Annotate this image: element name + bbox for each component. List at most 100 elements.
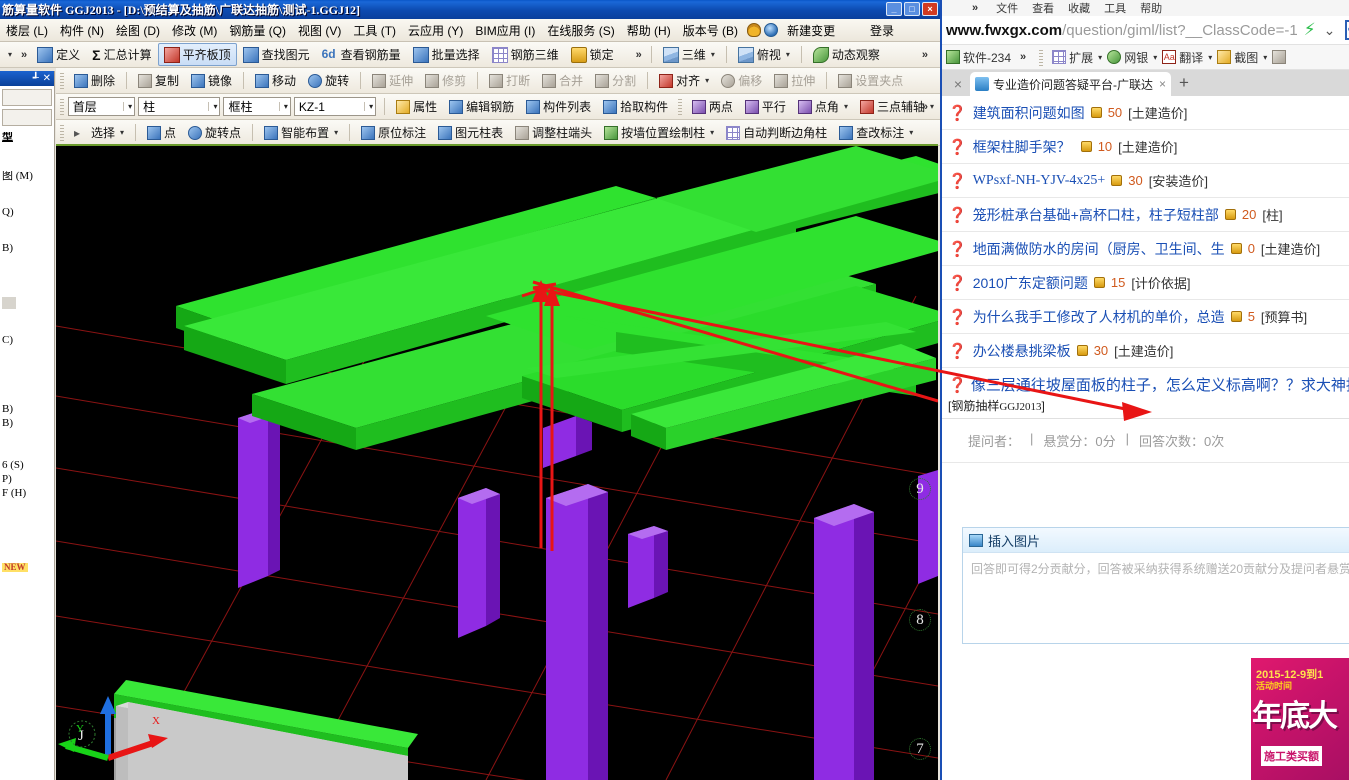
toolbar-button-select[interactable]: ▸ 选择 ▾	[68, 121, 130, 144]
floor-select[interactable]: 首层 ▾	[67, 97, 136, 116]
toolbar-button-mirror[interactable]: 镜像	[185, 69, 238, 92]
chevron-down-icon[interactable]: ▾	[1151, 53, 1157, 62]
answer-textarea[interactable]: 回答即可得2分贡献分，回答被采纳获得系统赠送20贡献分及提问者悬赏	[963, 553, 1349, 643]
list-item[interactable]: ❓ WPsxf-NH-YJV-4x25+ 30 [安装造价]	[942, 164, 1349, 198]
question-title[interactable]: WPsxf-NH-YJV-4x25+	[973, 173, 1106, 189]
tab-active[interactable]: 专业造价问题答疑平台-广联达 ×	[970, 72, 1172, 96]
toolbar-button-top-view[interactable]: 俯视 ▾	[732, 43, 796, 66]
question-title[interactable]: 2010广东定额问题	[973, 273, 1088, 293]
toolbar-button-align[interactable]: 对齐 ▾	[653, 69, 715, 92]
toolbar-button-check-label[interactable]: 查改标注 ▾	[833, 121, 919, 144]
toolbar3-overflow[interactable]: »	[918, 101, 932, 113]
component-name-select[interactable]: KZ-1 ▾	[293, 97, 377, 116]
toolbar-button-parallel[interactable]: 平行	[739, 95, 792, 118]
chevron-down-icon[interactable]: ▾	[118, 128, 124, 137]
list-item[interactable]: ❓ 笼形桩承台基础+高杯口柱，柱子短柱部 20 [柱]	[942, 198, 1349, 232]
list-item[interactable]: ❓ 办公楼悬挑梁板 30 [土建造价]	[942, 334, 1349, 368]
tree-item[interactable]: Q)	[2, 207, 52, 221]
featured-question-title[interactable]: 像三层通往坡屋面板的柱子，怎么定义标高啊？？求大神指教	[971, 377, 1349, 394]
toolbar-button-rebar-3d[interactable]: 钢筋三维	[486, 43, 565, 66]
left-panel-toolbar-row[interactable]	[2, 89, 52, 106]
pin-icon[interactable]: ┹	[33, 73, 39, 84]
tree-item[interactable]: F (H)	[2, 488, 52, 502]
toolbar-button-draw-column-by-wall[interactable]: 按墙位置绘制柱 ▾	[598, 121, 720, 144]
bookmark-software-234[interactable]: 软件-234	[946, 49, 1011, 66]
menu-item-modify[interactable]: 修改 (M)	[166, 20, 223, 41]
baidu-paw-icon[interactable]: ❀	[1345, 20, 1349, 40]
toolbar-button-3d-view[interactable]: 三维 ▾	[657, 43, 721, 66]
question-title[interactable]: 建筑面积问题如图	[973, 103, 1085, 123]
chevron-down-icon[interactable]: ▾	[842, 102, 848, 111]
toolbar-button-in-situ-label[interactable]: 原位标注	[355, 121, 432, 144]
toolbar-button-lock[interactable]: 锁定	[565, 43, 620, 66]
menu-item-cloud[interactable]: 云应用 (Y)	[402, 20, 469, 41]
bookmark-translate[interactable]: Aa 翻译 ▾	[1162, 49, 1212, 66]
toolbar-button-edit-rebar[interactable]: 编辑钢筋	[443, 95, 520, 118]
list-item[interactable]: ❓ 为什么我手工修改了人材机的单价，总造 5 [预算书]	[942, 300, 1349, 334]
minimize-button[interactable]: _	[886, 2, 902, 16]
browser-menu-favorites[interactable]: 收藏	[1068, 0, 1090, 16]
bookmark-screenshot[interactable]: 截图 ▾	[1217, 49, 1267, 66]
chevron-down-icon[interactable]: ▾	[907, 128, 913, 137]
browser-menu-tools[interactable]: 工具	[1104, 0, 1126, 16]
question-title[interactable]: 地面满做防水的房间（厨房、卫生间、生	[973, 239, 1225, 259]
browser-menu-overflow[interactable]: »	[968, 2, 982, 14]
insert-image-button[interactable]: 插入图片	[988, 531, 1040, 550]
bookmark-overflow[interactable]: »	[1016, 51, 1030, 63]
list-item[interactable]: ❓ 地面满做防水的房间（厨房、卫生间、生 0 [土建造价]	[942, 232, 1349, 266]
tree-item[interactable]: B)	[2, 243, 52, 257]
toolbar-button-two-point[interactable]: 两点	[686, 95, 739, 118]
tree-item[interactable]: B)	[2, 404, 52, 418]
menu-item-rebar-qty[interactable]: 钢筋量 (Q)	[223, 20, 292, 41]
toolbar-button-point-angle[interactable]: 点角 ▾	[792, 95, 854, 118]
toolbar-gripper[interactable]	[60, 72, 64, 89]
toolbar-left-caret-icon[interactable]: ▾	[0, 50, 17, 59]
tree-item[interactable]: 型	[2, 132, 52, 146]
browser-menu-view[interactable]: 查看	[1032, 0, 1054, 16]
toolbar-button-define[interactable]: 定义	[31, 43, 86, 66]
chevron-down-icon[interactable]: ▾	[1096, 53, 1102, 62]
bookmark-extensions[interactable]: 扩展 ▾	[1052, 49, 1102, 66]
chevron-down-icon[interactable]: ⌄	[1324, 22, 1336, 39]
toolbar-button-smart-layout[interactable]: 智能布置 ▾	[258, 121, 344, 144]
menu-item-floor[interactable]: 楼层 (L)	[0, 20, 54, 41]
toolbar-button-move[interactable]: 移动	[249, 69, 302, 92]
toolbar-button-delete[interactable]: 删除	[68, 69, 121, 92]
login-link[interactable]: 登录	[864, 20, 900, 41]
tree-item[interactable]: B)	[2, 418, 52, 432]
toolbar-button-align-slab-top[interactable]: 平齐板顶	[157, 43, 237, 66]
address-bar[interactable]: www.fwxgx.com /question/giml/list?__Clas…	[942, 16, 1349, 45]
toolbar-button-set-grip-point[interactable]: 设置夹点	[832, 69, 909, 92]
close-icon[interactable]: ×	[1159, 77, 1166, 91]
toolbar-overflow-right[interactable]: »	[620, 49, 646, 61]
toolbar-button-merge[interactable]: 合并	[536, 69, 589, 92]
toolbar-button-split[interactable]: 分割	[589, 69, 642, 92]
bookmark-games[interactable]	[1272, 50, 1287, 64]
browser-menu-file[interactable]: 文件	[996, 0, 1018, 16]
ad-banner[interactable]: 2015-12-9到1 活动时间 年底大 施工类买额	[1251, 658, 1349, 780]
chevron-down-icon[interactable]: ▾	[784, 50, 790, 59]
component-tree[interactable]: 型 图 (M) Q) B) C) B) B) 6 (S) P) F (H) NE…	[0, 126, 54, 576]
close-button[interactable]: ×	[922, 2, 938, 16]
question-title[interactable]: 办公楼悬挑梁板	[973, 341, 1071, 361]
tab-strip-close-icon[interactable]: ×	[946, 72, 970, 96]
3d-model-canvas[interactable]: X Y J	[56, 146, 938, 780]
toolbar-button-break[interactable]: 打断	[483, 69, 536, 92]
toolbar-button-point[interactable]: 点	[141, 121, 182, 144]
list-item[interactable]: ❓ 框架柱脚手架？ 10 [土建造价]	[942, 130, 1349, 164]
chevron-down-icon[interactable]: ▾	[1206, 53, 1212, 62]
toolbar-gripper[interactable]	[60, 98, 64, 115]
toolbar-button-find-element[interactable]: 查找图元	[237, 43, 316, 66]
toolbar-button-offset[interactable]: 偏移	[715, 69, 768, 92]
menu-item-draw[interactable]: 绘图 (D)	[110, 20, 166, 41]
toolbar-button-summary-calc[interactable]: Σ 汇总计算	[86, 43, 157, 66]
toolbar-overflow-left[interactable]: »	[17, 49, 31, 61]
chevron-down-icon[interactable]: ▾	[1261, 53, 1267, 62]
hardhat-icon[interactable]	[747, 23, 762, 37]
toolbar-button-trim[interactable]: 修剪	[419, 69, 472, 92]
chevron-down-icon[interactable]: ▾	[332, 128, 338, 137]
featured-question-title-row[interactable]: ❓ 像三层通往坡屋面板的柱子，怎么定义标高啊？？求大神指教	[942, 368, 1349, 397]
new-tab-button[interactable]: +	[1171, 72, 1197, 96]
tree-item[interactable]: 图 (M)	[2, 171, 52, 185]
component-type-select[interactable]: 柱 ▾	[138, 97, 221, 116]
